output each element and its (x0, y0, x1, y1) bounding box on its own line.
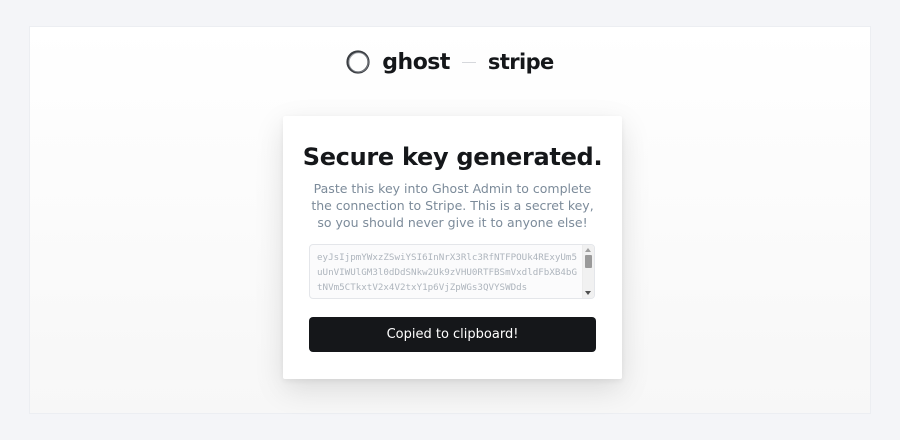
copy-to-clipboard-button[interactable]: Copied to clipboard! (309, 317, 596, 352)
ghost-logo-icon (346, 50, 370, 74)
key-card: Secure key generated. Paste this key int… (283, 116, 622, 379)
scroll-thumb[interactable] (585, 255, 592, 268)
key-field-scrollbar[interactable] (582, 245, 594, 298)
secret-key-text[interactable]: eyJsIjpmYWxzZSwiYSI6InNrX3Rlc3RfNTFPOUk4… (317, 250, 580, 295)
card-title: Secure key generated. (302, 143, 603, 171)
ghost-logo-text: ghost (382, 49, 450, 75)
secret-key-field[interactable]: eyJsIjpmYWxzZSwiYSI6InNrX3Rlc3RfNTFPOUk4… (309, 244, 595, 299)
scroll-up-arrow-icon[interactable] (585, 248, 591, 252)
scroll-down-arrow-icon[interactable] (585, 291, 591, 295)
page-frame: ghost stripe Secure key generated. Paste… (30, 27, 870, 413)
logo-bar: ghost stripe (30, 45, 870, 79)
stripe-logo-text: stripe (487, 50, 554, 74)
logo-divider (461, 61, 476, 63)
card-description: Paste this key into Ghost Admin to compl… (311, 181, 594, 230)
